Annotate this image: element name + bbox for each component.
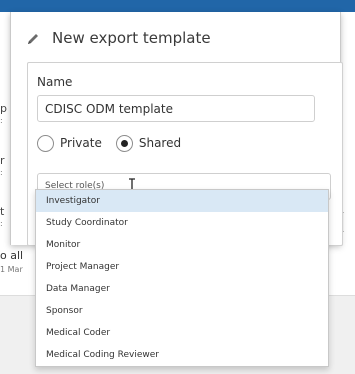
role-option[interactable]: Investigator: [36, 190, 328, 212]
private-radio-label: Private: [60, 136, 102, 150]
role-option[interactable]: Monitor: [36, 234, 328, 256]
modal-header: New export template: [11, 12, 340, 62]
shared-radio-label: Shared: [138, 136, 182, 150]
role-option[interactable]: Data Manager: [36, 278, 328, 300]
name-label: Name: [37, 75, 73, 89]
pencil-icon: [26, 31, 40, 45]
private-radio-circle[interactable]: [37, 134, 54, 152]
role-option[interactable]: Sponsor: [36, 300, 328, 322]
shared-radio-circle[interactable]: [115, 134, 133, 152]
template-name-input[interactable]: [37, 95, 315, 122]
private-radio[interactable]: Private: [37, 134, 102, 152]
role-option[interactable]: Project Manager: [36, 256, 328, 278]
shared-radio[interactable]: Shared: [115, 134, 182, 152]
background-text: :: [0, 219, 3, 228]
background-text: :: [0, 168, 3, 177]
visibility-radio-group: Private Shared: [37, 133, 195, 153]
background-text: r: [0, 154, 5, 167]
background-text: 1 Mar: [0, 265, 23, 274]
background-text: :: [0, 116, 3, 125]
background-text: p: [0, 102, 7, 115]
modal-title: New export template: [52, 29, 211, 47]
role-option[interactable]: Study Coordinator: [36, 212, 328, 234]
role-option[interactable]: Medical Coding Reviewer: [36, 344, 328, 366]
app-top-bar: [0, 0, 355, 12]
role-dropdown: Investigator Study Coordinator Monitor P…: [35, 189, 329, 367]
background-text: t: [0, 205, 5, 218]
role-option[interactable]: Medical Coder: [36, 322, 328, 344]
background-text: o all: [0, 249, 24, 262]
